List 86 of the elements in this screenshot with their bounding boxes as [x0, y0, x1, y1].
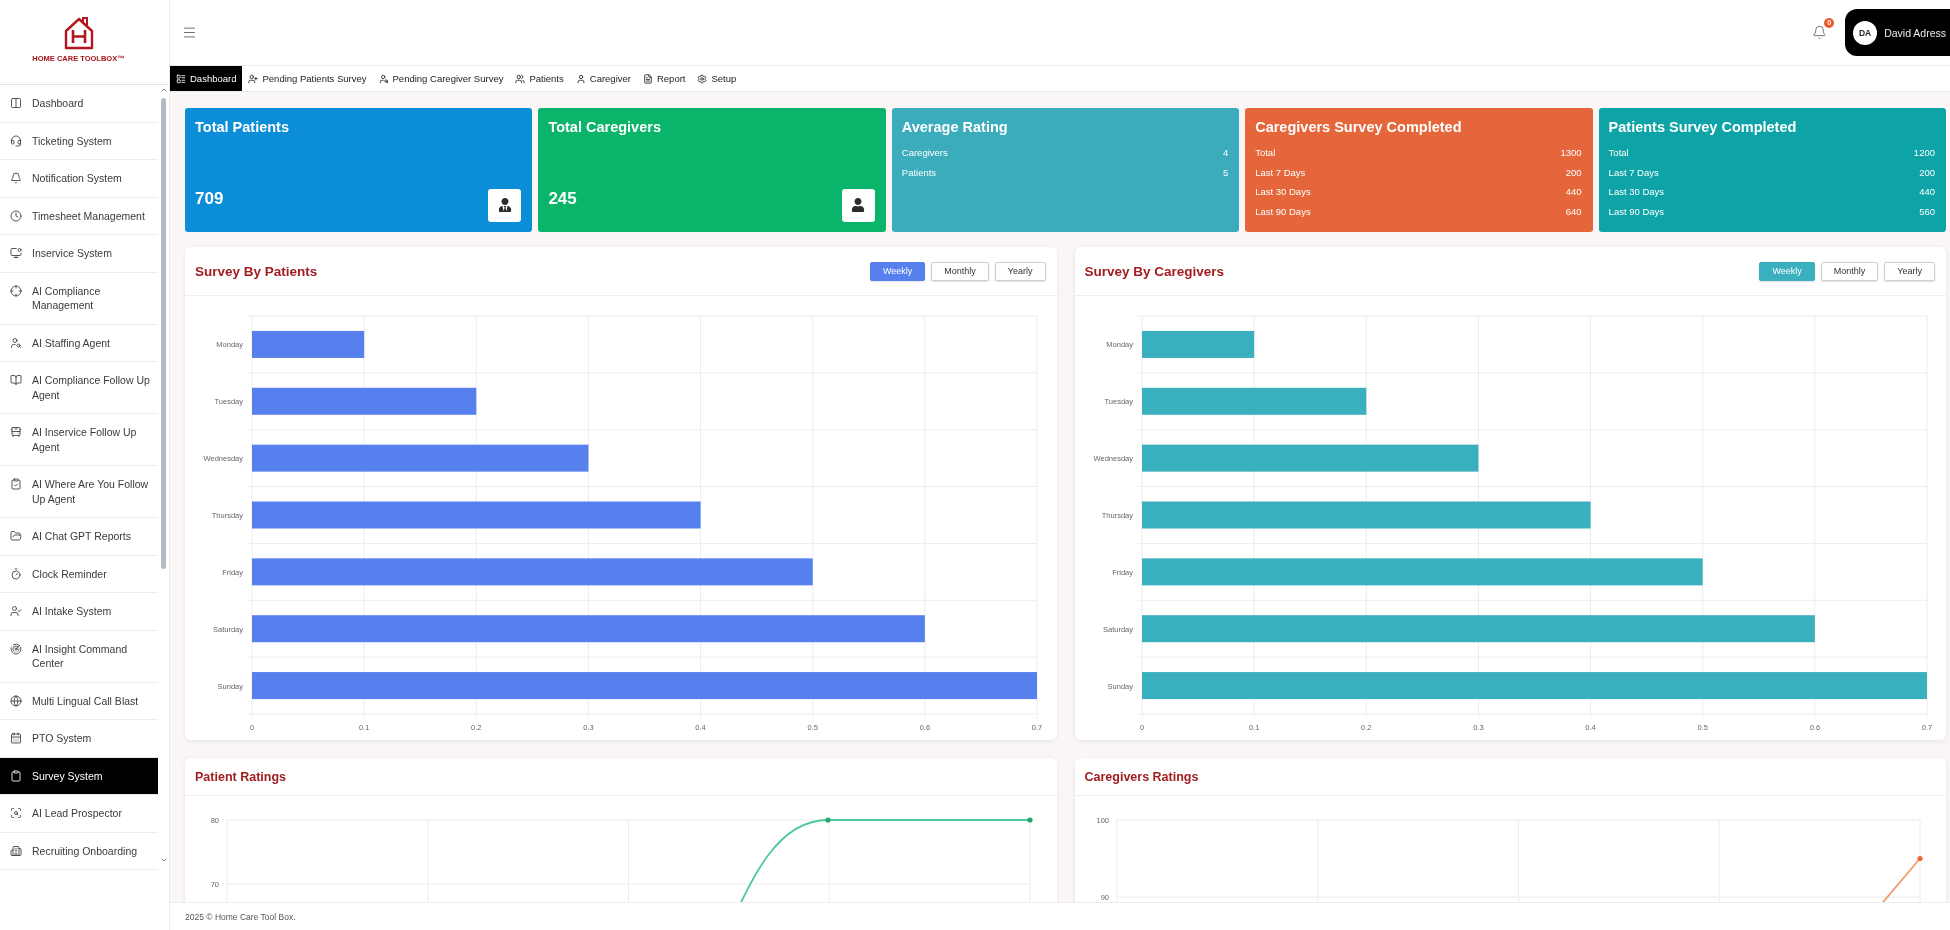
caret-down-icon[interactable]	[159, 856, 168, 864]
row-label: Caregivers	[901, 146, 948, 160]
headset-icon	[10, 134, 22, 147]
settings-icon	[697, 73, 708, 84]
row-value: 1200	[1913, 146, 1935, 160]
columns-icon	[10, 97, 22, 109]
card-title: Patients Survey Completed	[1608, 118, 1798, 136]
row-label: Last 90 Days	[1608, 205, 1665, 220]
card-title: Total Caregivers	[548, 118, 662, 136]
menu-button[interactable]	[182, 25, 197, 40]
calendar-icon	[10, 732, 22, 744]
row-label: Patients	[901, 165, 937, 180]
row-value: 5	[1222, 165, 1229, 180]
nav-tab[interactable]: Pending Caregiver Survey	[372, 66, 510, 91]
user-check-icon	[10, 605, 22, 617]
user-plus-icon	[248, 73, 259, 84]
row-value: 560	[1919, 205, 1935, 220]
card-title: Total Patients	[195, 118, 290, 136]
row-value: 4	[1222, 146, 1229, 160]
data-point	[1916, 855, 1923, 862]
user-menu-button[interactable]: DA David Adress	[1845, 9, 1950, 56]
caret-up-icon[interactable]	[159, 86, 168, 94]
card-value: 245	[548, 188, 577, 209]
user-icon	[575, 73, 586, 84]
row-label: Last 7 Days	[1608, 165, 1659, 180]
row-label: Last 30 Days	[1608, 185, 1665, 200]
clipboard-check-icon	[10, 478, 22, 490]
panel-title: Patient Ratings	[195, 769, 286, 784]
row-label: Total	[1608, 146, 1629, 160]
bell-icon	[10, 172, 22, 184]
user-search-icon	[10, 336, 22, 349]
panel-title: Survey By Patients	[195, 263, 318, 279]
row-label: Last 90 Days	[1255, 205, 1311, 220]
notifications-button[interactable]	[1812, 25, 1828, 40]
nav-tab[interactable]: Report	[636, 66, 692, 91]
row-value: 1300	[1560, 146, 1582, 160]
users-icon	[515, 73, 526, 84]
data-point	[1027, 817, 1033, 823]
house-logo-icon	[62, 15, 95, 50]
panel-title: Survey By Caregivers	[1084, 263, 1225, 279]
period-button[interactable]: Monthly	[1820, 261, 1879, 281]
document-icon	[642, 73, 653, 84]
radar-icon	[10, 642, 22, 655]
card-title: Caregivers Survey Completed	[1255, 118, 1463, 136]
clipboard-icon	[10, 769, 22, 782]
timer-icon	[10, 567, 22, 580]
building-icon	[10, 844, 22, 857]
clock-icon	[10, 209, 22, 222]
data-point	[825, 817, 831, 823]
row-value: 200	[1919, 165, 1935, 180]
menu-icon	[182, 25, 197, 40]
panel-title: Caregivers Ratings	[1084, 769, 1199, 784]
period-button[interactable]: Yearly	[994, 261, 1046, 281]
footer-text: 2025 © Home Care Tool Box.	[185, 911, 296, 922]
sidebar-item[interactable]: Survey System	[0, 757, 158, 795]
person-icon	[841, 188, 875, 222]
nav-tab[interactable]: Pending Patients Survey	[242, 66, 373, 91]
period-button[interactable]: Weekly	[869, 261, 926, 281]
folder-icon	[10, 530, 22, 542]
period-button[interactable]: Yearly	[1884, 261, 1935, 281]
bell-icon	[1812, 25, 1828, 40]
nav-tab[interactable]: Caregiver	[569, 66, 637, 91]
row-value: 200	[1565, 165, 1582, 180]
person-tie-icon	[488, 188, 522, 222]
user-avatar: DA	[1853, 20, 1878, 45]
scan-search-icon	[10, 807, 22, 819]
bus-icon	[10, 426, 22, 438]
nav-tab[interactable]: Setup	[691, 66, 743, 91]
row-value: 440	[1565, 185, 1582, 200]
nav-tab[interactable]: Patients	[509, 66, 570, 91]
row-label: Last 7 Days	[1255, 165, 1306, 180]
book-icon	[10, 374, 22, 386]
list-icon	[176, 73, 186, 84]
row-label: Last 30 Days	[1255, 185, 1311, 200]
nav-tab[interactable]: Dashboard	[170, 66, 243, 91]
crosshair-icon	[10, 284, 22, 297]
monitor-icon	[10, 247, 22, 259]
row-value: 440	[1919, 185, 1935, 200]
card-title: Average Rating	[901, 118, 1009, 136]
user-search-icon	[378, 73, 389, 84]
row-value: 640	[1565, 205, 1582, 220]
row-label: Total	[1255, 146, 1276, 160]
period-button[interactable]: Monthly	[931, 261, 989, 281]
scroll-thumb[interactable]	[161, 98, 166, 569]
card-value: 709	[195, 188, 224, 209]
globe-icon	[10, 694, 22, 707]
